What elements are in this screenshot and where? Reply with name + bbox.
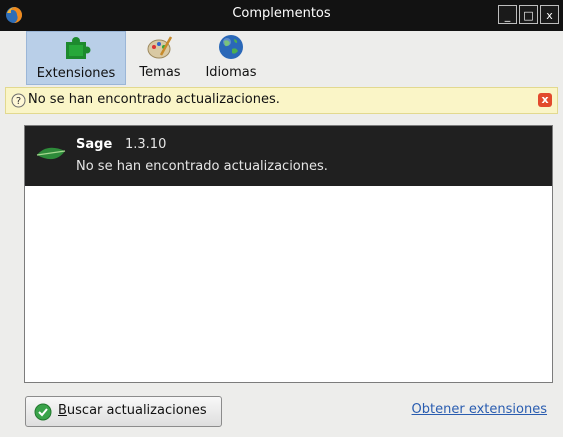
- get-extensions-link[interactable]: Obtener extensiones: [412, 402, 547, 417]
- leaf-icon: [36, 147, 66, 160]
- window-title: Complementos: [232, 6, 331, 21]
- tab-label: Idiomas: [205, 65, 257, 80]
- category-toolbar: Extensiones Temas Idiomas: [0, 31, 563, 85]
- close-window-button[interactable]: x: [540, 5, 559, 24]
- check-icon: [34, 403, 52, 421]
- notification-message: No se han encontrado actualizaciones.: [28, 92, 280, 107]
- find-updates-label: Buscar actualizaciones: [58, 403, 207, 418]
- find-updates-button[interactable]: Buscar actualizaciones: [25, 396, 222, 427]
- maximize-button[interactable]: □: [519, 5, 538, 24]
- minimize-button[interactable]: _: [498, 5, 517, 24]
- palette-icon: [147, 36, 173, 59]
- title-bar: Complementos _ □ x: [0, 0, 563, 31]
- question-icon: ?: [11, 93, 26, 108]
- extension-name: Sage: [76, 137, 113, 152]
- tab-idiomas[interactable]: Idiomas: [198, 31, 264, 85]
- tab-label: Extensiones: [36, 66, 116, 81]
- list-item[interactable]: Sage 1.3.10 No se han encontrado actuali…: [25, 126, 552, 186]
- globe-icon: [219, 35, 243, 59]
- addons-window: Complementos _ □ x Extensiones Temas Idi…: [0, 0, 563, 437]
- access-key: B: [58, 403, 67, 418]
- tab-extensiones[interactable]: Extensiones: [26, 31, 126, 85]
- extension-list: Sage 1.3.10 No se han encontrado actuali…: [24, 125, 553, 383]
- tab-label: Temas: [139, 65, 181, 80]
- extension-status: No se han encontrado actualizaciones.: [76, 159, 328, 174]
- svg-text:?: ?: [16, 96, 21, 107]
- find-updates-text: uscar actualizaciones: [66, 403, 207, 418]
- puzzle-icon: [66, 37, 91, 59]
- tab-temas[interactable]: Temas: [130, 31, 190, 85]
- close-notification-icon[interactable]: x: [538, 93, 552, 107]
- notification-bar: ? No se han encontrado actualizaciones. …: [5, 87, 558, 114]
- extension-version: 1.3.10: [125, 137, 167, 152]
